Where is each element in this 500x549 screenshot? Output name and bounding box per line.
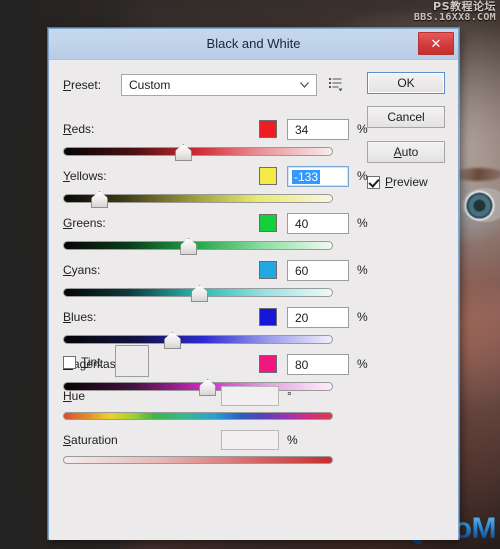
ok-button[interactable]: OK (367, 72, 445, 94)
channel-row-yellows: Yellows: -133% (63, 166, 399, 214)
channel-slider-track[interactable] (63, 335, 333, 344)
tint-checkbox-box[interactable] (63, 355, 76, 369)
close-icon[interactable]: ✕ (418, 32, 454, 55)
channel-value: 40 (295, 217, 309, 231)
channel-unit: % (357, 357, 368, 371)
channel-value-input[interactable]: 80 (287, 354, 349, 375)
channel-row-cyans: Cyans: 60% (63, 260, 399, 308)
preset-row: Preset: Custom (63, 74, 363, 96)
channel-color-swatch (259, 167, 277, 185)
channel-value: 80 (295, 358, 309, 372)
channel-row-reds: Reds: 34% (63, 119, 399, 167)
channel-row-blues: Blues: 20% (63, 307, 399, 355)
channel-color-swatch (259, 214, 277, 232)
channel-value: 34 (295, 123, 309, 137)
portrait-eye (462, 188, 500, 222)
preset-options-icon[interactable] (327, 76, 344, 93)
channel-value: 20 (295, 311, 309, 325)
dialog-title: Black and White (206, 36, 301, 51)
hue-unit: ° (287, 389, 292, 403)
channel-slider-track[interactable] (63, 382, 333, 391)
channel-value-input[interactable]: -133 (287, 166, 349, 187)
tint-label: Tint (81, 355, 101, 369)
channel-color-swatch (259, 355, 277, 373)
saturation-unit: % (287, 433, 298, 447)
channel-unit: % (357, 122, 368, 136)
channel-label: Cyans: (63, 263, 101, 277)
channel-value-input[interactable]: 34 (287, 119, 349, 140)
channel-color-swatch (259, 308, 277, 326)
channel-color-swatch (259, 261, 277, 279)
channel-unit: % (357, 169, 368, 183)
saturation-label: Saturation (63, 433, 118, 447)
channel-value-input[interactable]: 40 (287, 213, 349, 234)
tint-color-swatch[interactable] (115, 345, 149, 377)
hue-input[interactable] (221, 386, 279, 406)
channel-label: Greens: (63, 216, 106, 230)
dialog-body: Preset: Custom OK Cancel Auto Preview Re… (49, 60, 458, 540)
tint-checkbox[interactable]: Tint (63, 354, 101, 370)
hue-label: Hue (63, 389, 86, 403)
channel-value: -133 (292, 170, 321, 184)
channel-row-greens: Greens: 40% (63, 213, 399, 261)
saturation-input[interactable] (221, 430, 279, 450)
channel-label: Yellows: (63, 169, 107, 183)
channel-value: 60 (295, 264, 309, 278)
portrait-eyebrow (452, 168, 500, 181)
hue-slider-track[interactable] (63, 412, 333, 420)
black-and-white-dialog: Black and White ✕ Preset: Custom OK Canc… (48, 28, 459, 540)
channel-value-input[interactable]: 60 (287, 260, 349, 281)
channel-label: Reds: (63, 122, 95, 136)
channel-unit: % (357, 216, 368, 230)
preset-selected-value: Custom (129, 78, 171, 92)
preset-label: Preset: (63, 78, 102, 92)
channel-label: Blues: (63, 310, 97, 324)
channel-color-swatch (259, 120, 277, 138)
chevron-down-icon (300, 82, 309, 88)
dialog-titlebar[interactable]: Black and White ✕ (49, 29, 458, 60)
channel-unit: % (357, 263, 368, 277)
channel-slider-track[interactable] (63, 241, 333, 250)
channel-unit: % (357, 310, 368, 324)
channel-slider-track[interactable] (63, 147, 333, 156)
preset-dropdown[interactable]: Custom (121, 74, 317, 96)
saturation-slider-track[interactable] (63, 456, 333, 464)
channel-value-input[interactable]: 20 (287, 307, 349, 328)
